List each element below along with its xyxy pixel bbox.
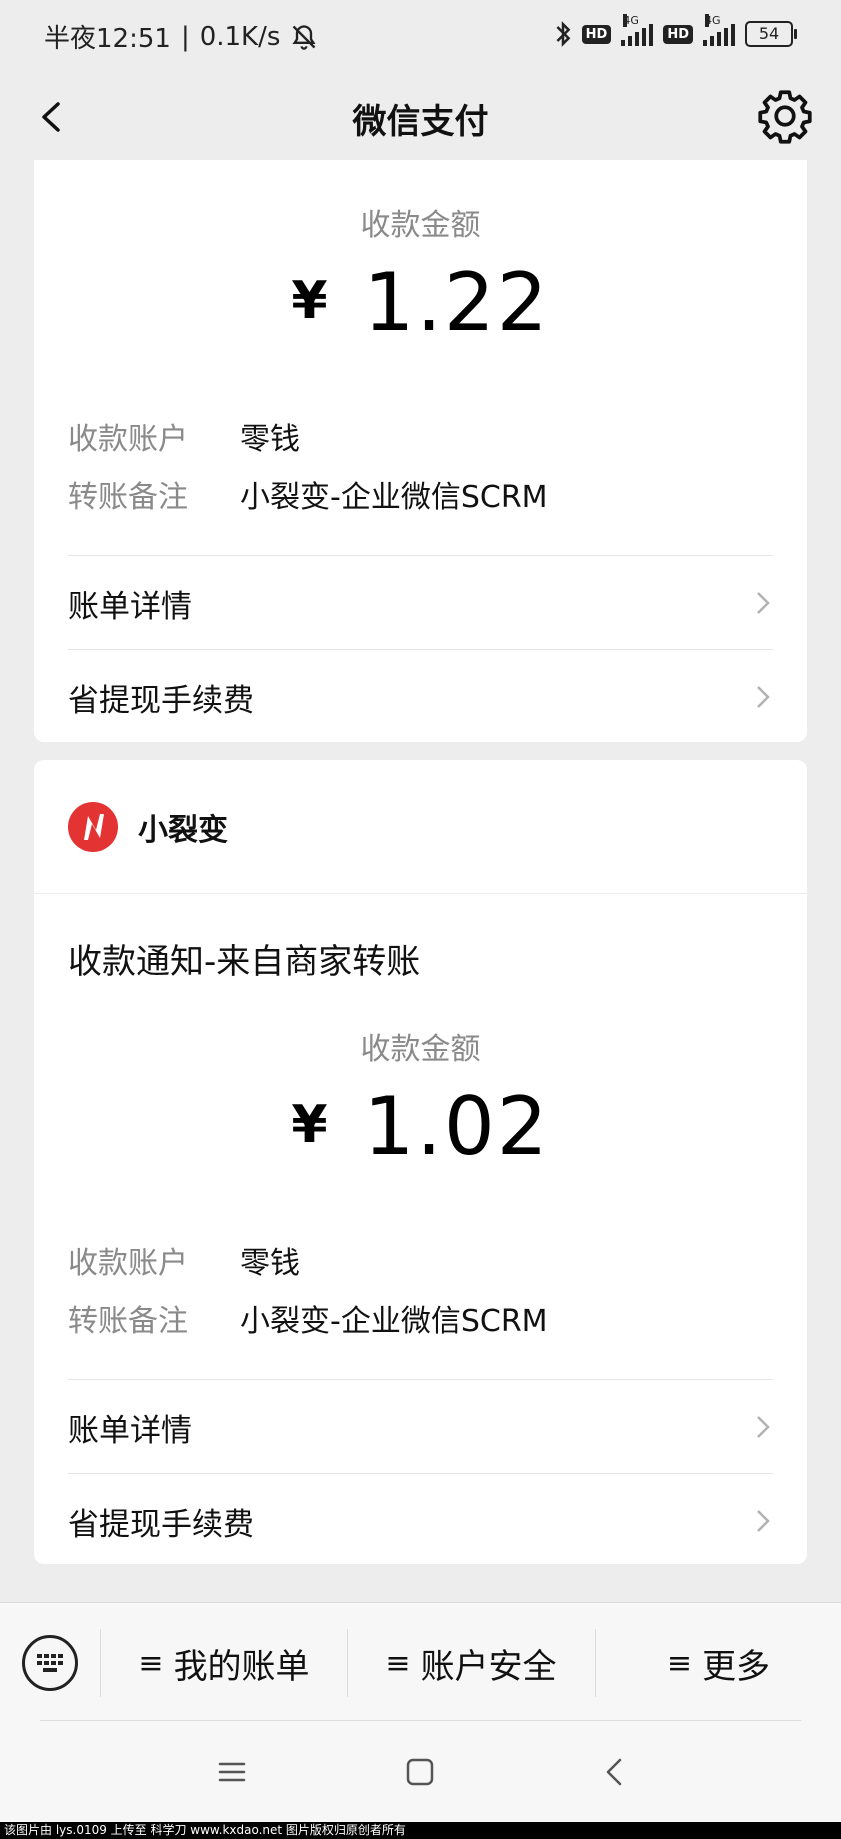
divider bbox=[68, 555, 773, 556]
watermark-text: 该图片由 lys.0109 上传至 科学刀 www.kxdao.net 图片版权… bbox=[0, 1822, 841, 1839]
menu-my-bills[interactable]: ≡ 我的账单 bbox=[102, 1623, 346, 1703]
status-speed: 0.1K/s bbox=[199, 21, 281, 52]
merchant-logo bbox=[68, 801, 118, 852]
amount-value: 1.02 bbox=[363, 1080, 550, 1173]
save-fee-row[interactable]: 省提现手续费 bbox=[68, 651, 773, 743]
status-time: 半夜12:51 bbox=[44, 24, 171, 54]
account-key: 收款账户 bbox=[68, 422, 188, 457]
menu-list-icon: ≡ bbox=[138, 1645, 164, 1681]
status-separator: | bbox=[180, 21, 190, 52]
nav-bar: 微信支付 bbox=[0, 76, 841, 160]
hd-badge-2: HD bbox=[663, 24, 693, 44]
notice-title: 收款通知-来自商家转账 bbox=[68, 942, 421, 982]
menu-list-icon: ≡ bbox=[666, 1645, 693, 1681]
bill-details-label: 账单详情 bbox=[68, 1412, 192, 1449]
save-fee-label: 省提现手续费 bbox=[68, 1506, 254, 1543]
note-value: 小裂变-企业微信SCRM bbox=[240, 480, 548, 515]
home-icon[interactable] bbox=[400, 1752, 440, 1792]
menu-list-icon: ≡ bbox=[385, 1645, 411, 1681]
amount-label: 收款金额 bbox=[360, 208, 481, 243]
hd-badge-1: HD bbox=[581, 24, 612, 44]
amount: ¥1.02 bbox=[34, 1080, 807, 1173]
status-bar: 半夜12:51 | 0.1K/s HD 4G HD 4G 54 bbox=[0, 0, 841, 76]
network-type-2: 4G bbox=[705, 14, 721, 27]
menu-icon[interactable] bbox=[212, 1752, 252, 1792]
bell-off-icon bbox=[292, 24, 316, 50]
menu-my-bills-label: 我的账单 bbox=[173, 1646, 310, 1687]
bill-details-label: 账单详情 bbox=[68, 588, 192, 625]
signal-icon-1: 4G bbox=[621, 14, 654, 46]
battery-icon: 54 bbox=[745, 21, 797, 47]
currency-symbol: ¥ bbox=[291, 271, 330, 331]
menu-account-security[interactable]: ≡ 账户安全 bbox=[348, 1623, 594, 1703]
back-nav-icon[interactable] bbox=[594, 1752, 634, 1792]
account-value: 零钱 bbox=[240, 422, 300, 457]
account-key: 收款账户 bbox=[68, 1246, 188, 1281]
menu-separator bbox=[100, 1629, 101, 1697]
amount-value: 1.22 bbox=[363, 256, 550, 349]
chevron-right-icon bbox=[757, 1416, 770, 1438]
menu-more[interactable]: ≡ 更多 bbox=[596, 1623, 841, 1703]
divider bbox=[40, 1720, 801, 1721]
payment-card-1: 收款金额 ¥1.22 收款账户 零钱 转账备注 小裂变-企业微信SCRM 账单详… bbox=[34, 160, 807, 742]
divider bbox=[68, 1379, 773, 1380]
page-title: 微信支付 bbox=[352, 102, 489, 142]
divider bbox=[68, 649, 773, 650]
gear-icon[interactable] bbox=[755, 86, 815, 146]
status-right: HD 4G HD 4G 54 bbox=[554, 14, 797, 48]
bill-details-row[interactable]: 账单详情 bbox=[68, 557, 773, 649]
save-fee-row[interactable]: 省提现手续费 bbox=[68, 1475, 773, 1567]
menu-account-security-label: 账户安全 bbox=[420, 1646, 557, 1687]
keyboard-icon bbox=[37, 1654, 63, 1672]
bottom-menu: ≡ 我的账单 ≡ 账户安全 ≡ 更多 bbox=[0, 1602, 841, 1723]
note-value: 小裂变-企业微信SCRM bbox=[240, 1304, 548, 1339]
status-left: 半夜12:51 | 0.1K/s bbox=[44, 18, 318, 55]
note-key: 转账备注 bbox=[68, 480, 188, 515]
chevron-right-icon bbox=[757, 686, 770, 708]
divider bbox=[68, 1473, 773, 1474]
keyboard-button[interactable] bbox=[22, 1635, 78, 1691]
merchant-header[interactable]: 小裂变 bbox=[34, 760, 807, 894]
chevron-right-icon bbox=[757, 592, 770, 614]
save-fee-label: 省提现手续费 bbox=[68, 682, 254, 719]
menu-more-label: 更多 bbox=[702, 1646, 771, 1687]
note-key: 转账备注 bbox=[68, 1304, 188, 1339]
chevron-right-icon bbox=[757, 1510, 770, 1532]
merchant-name: 小裂变 bbox=[138, 812, 228, 848]
bluetooth-icon bbox=[556, 21, 571, 47]
network-type-1: 4G bbox=[623, 14, 639, 27]
amount: ¥1.22 bbox=[34, 256, 807, 349]
bill-details-row[interactable]: 账单详情 bbox=[68, 1381, 773, 1473]
system-nav-bar bbox=[0, 1722, 841, 1822]
payment-card-2: 小裂变 收款通知-来自商家转账 收款金额 ¥1.02 收款账户 零钱 转账备注 … bbox=[34, 760, 807, 1564]
signal-icon-2: 4G bbox=[703, 14, 735, 46]
lightning-icon bbox=[84, 813, 104, 840]
account-value: 零钱 bbox=[240, 1246, 300, 1281]
amount-label: 收款金额 bbox=[360, 1032, 481, 1067]
currency-symbol: ¥ bbox=[291, 1095, 330, 1155]
